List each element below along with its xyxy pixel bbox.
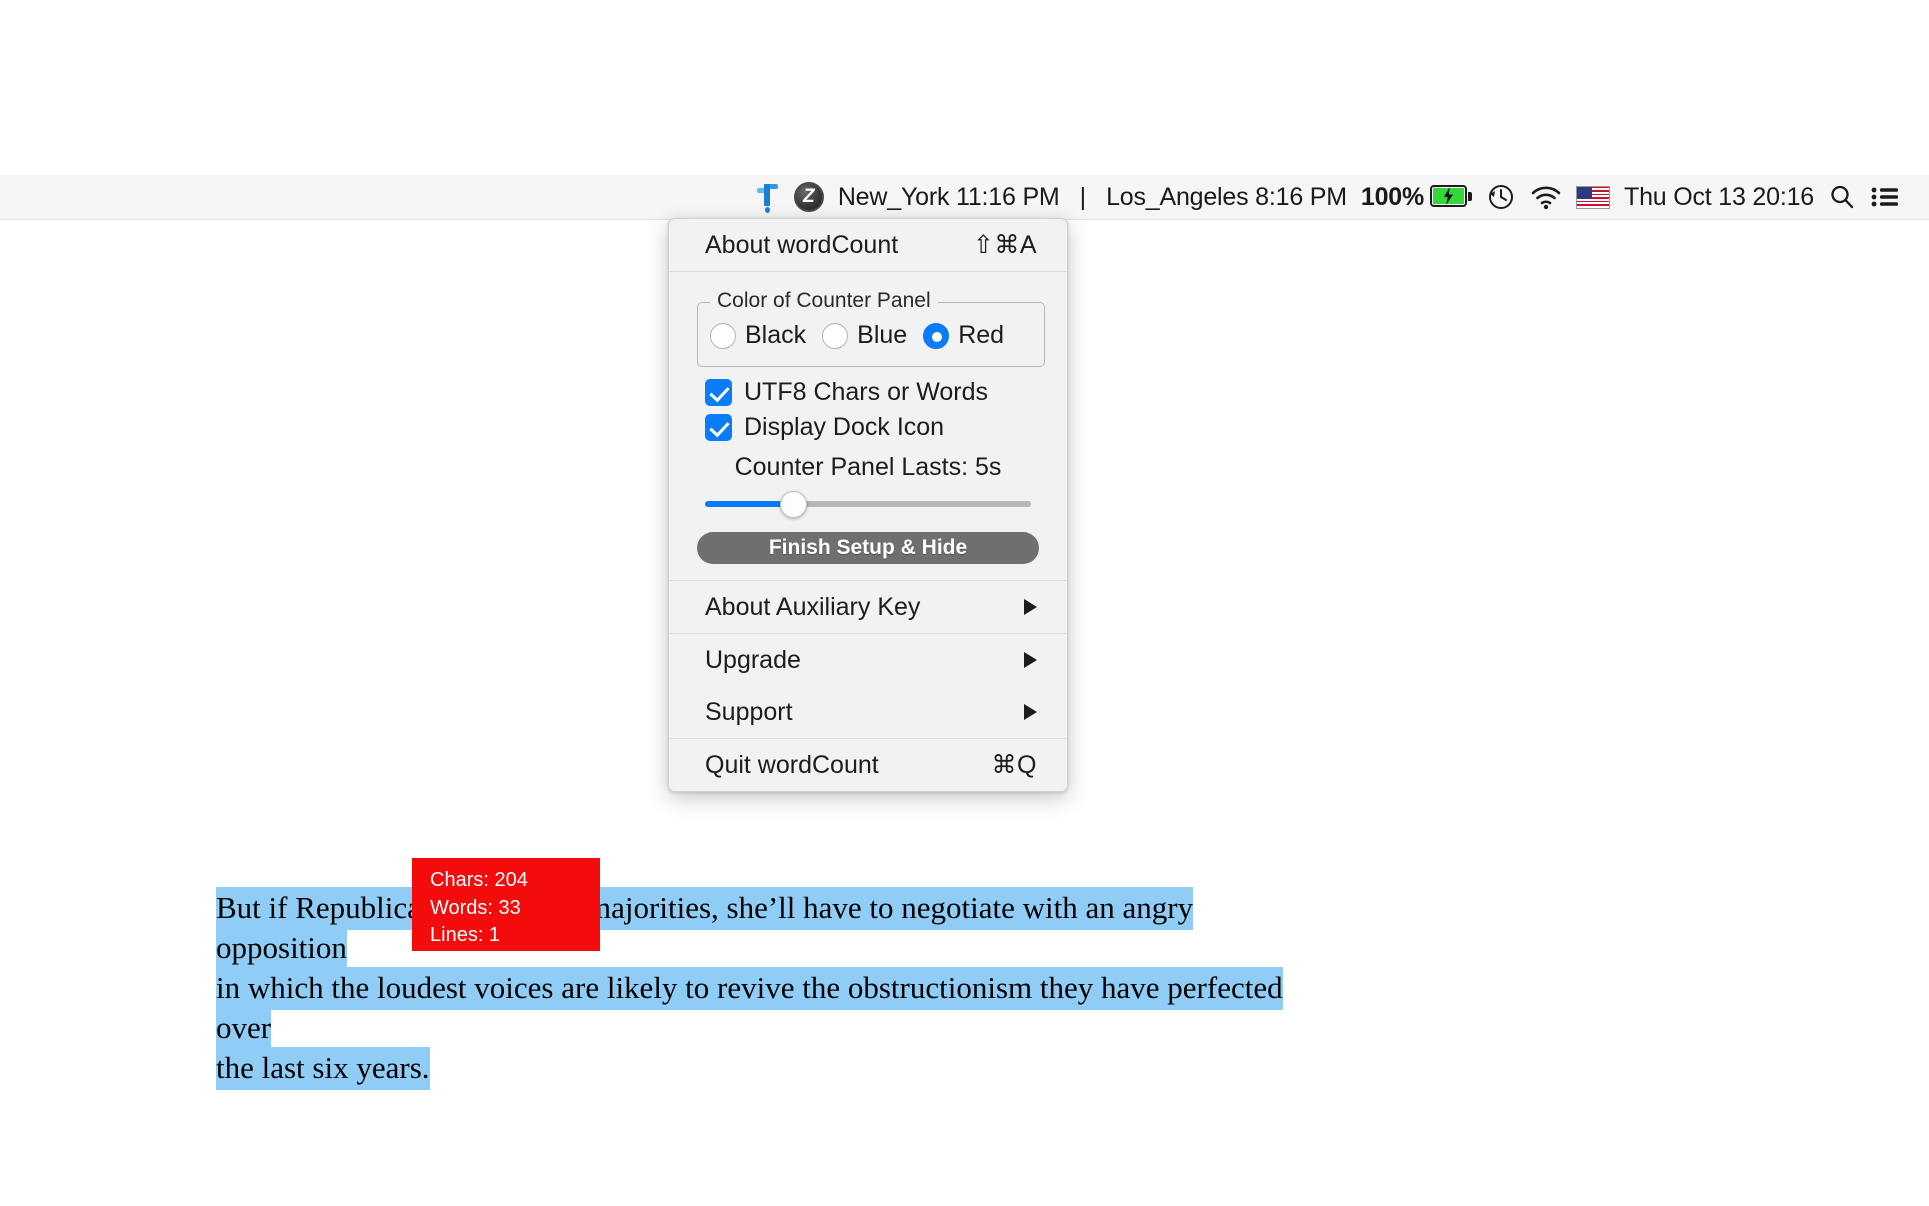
- counter-words: Words: 33: [430, 896, 521, 919]
- radio-option-blue[interactable]: Blue: [822, 321, 913, 350]
- menubar-battery[interactable]: 100%: [1354, 175, 1479, 220]
- battery-charging-icon: [1430, 185, 1473, 209]
- checkbox-utf8-icon: [705, 379, 732, 406]
- checkbox-row-utf8[interactable]: UTF8 Chars or Words: [669, 375, 1067, 410]
- counter-panel-duration-slider[interactable]: [669, 486, 1067, 520]
- menu-item-about-label: About wordCount: [705, 230, 899, 259]
- control-center-icon: [1871, 187, 1898, 207]
- clock-new-york-label: New_York 11:16 PM: [837, 182, 1060, 211]
- screen: Z New_York 11:16 PM | Los_Angeles 8:16 P…: [0, 0, 1929, 1206]
- counter-chars: Chars: 204: [430, 869, 528, 891]
- z-disc-icon: Z: [793, 182, 824, 212]
- word-count-counter-panel: Chars: 204 Words: 33 Lines: 1: [412, 858, 600, 951]
- article-line-2: in which the loudest voices are likely t…: [216, 967, 1301, 1050]
- finish-setup-and-hide-button[interactable]: Finish Setup & Hide: [697, 532, 1039, 564]
- menu-item-upgrade[interactable]: Upgrade: [669, 634, 1067, 686]
- triangle-right-icon: [1024, 704, 1037, 720]
- battery-percent-label: 100%: [1360, 182, 1425, 211]
- menu-item-upgrade-label: Upgrade: [705, 645, 801, 674]
- counter-panel-lasts-value: 5s: [975, 453, 1002, 481]
- article-line-3: the last six years.: [216, 1047, 1301, 1090]
- menubar-clock-new-york[interactable]: New_York 11:16 PM: [831, 175, 1067, 220]
- datetime-label: Thu Oct 13 20:16: [1624, 182, 1814, 211]
- menubar-app-faucet[interactable]: [747, 175, 787, 220]
- selected-article-text: But if Republicans keep their majorities…: [216, 887, 1301, 1090]
- menu-item-support[interactable]: Support: [669, 686, 1067, 738]
- color-of-counter-panel-group: Color of Counter Panel Black Blue Red: [697, 289, 1045, 367]
- checkbox-row-dock-icon[interactable]: Display Dock Icon: [669, 410, 1067, 445]
- article-line-1-text: But if Republicans keep their majorities…: [216, 887, 1194, 970]
- radio-black-label: Black: [745, 321, 807, 349]
- menubar-datetime[interactable]: Thu Oct 13 20:16: [1617, 175, 1821, 220]
- faucet-icon: [754, 182, 780, 213]
- menubar-spotlight[interactable]: [1821, 175, 1863, 220]
- counter-lines: Lines: 1: [430, 924, 501, 947]
- checkbox-dock-icon-label: Display Dock Icon: [744, 413, 945, 441]
- menubar-clock-los-angeles[interactable]: Los_Angeles 8:16 PM: [1099, 175, 1354, 220]
- menu-settings-area: Color of Counter Panel Black Blue Red UT…: [669, 272, 1067, 580]
- menu-item-auxiliary-key-label: About Auxiliary Key: [705, 592, 921, 621]
- checkbox-utf8-label: UTF8 Chars or Words: [744, 378, 989, 406]
- wifi-icon: [1531, 186, 1561, 210]
- counter-panel-lasts-row: Counter Panel Lasts: 5s: [669, 445, 1067, 486]
- article-line-3-text: the last six years.: [216, 1047, 430, 1090]
- radio-red-label: Red: [958, 321, 1005, 349]
- checkbox-dock-icon-icon: [705, 414, 732, 441]
- menubar-clock-separator: |: [1067, 175, 1100, 220]
- clock-separator-label: |: [1079, 182, 1087, 211]
- us-flag-icon: [1576, 185, 1611, 209]
- radio-black-icon: [710, 322, 736, 349]
- menubar-input-source[interactable]: [1569, 175, 1617, 220]
- menu-item-about-auxiliary-key[interactable]: About Auxiliary Key: [669, 581, 1067, 633]
- color-group-title: Color of Counter Panel: [710, 289, 938, 313]
- triangle-right-icon: [1024, 652, 1037, 668]
- radio-option-black[interactable]: Black: [710, 321, 812, 350]
- menu-item-quit-shortcut: ⌘Q: [991, 751, 1037, 779]
- search-icon: [1831, 185, 1854, 209]
- radio-blue-icon: [822, 322, 849, 349]
- menubar-time-machine[interactable]: [1479, 175, 1523, 220]
- menu-item-quit-wordcount[interactable]: Quit wordCount ⌘Q: [669, 739, 1067, 791]
- counter-panel-lasts-label: Counter Panel Lasts:: [734, 453, 969, 481]
- radio-blue-label: Blue: [857, 321, 908, 349]
- menu-item-about-wordcount[interactable]: About wordCount ⇧⌘A: [669, 219, 1067, 271]
- radio-option-red[interactable]: Red: [923, 321, 1010, 350]
- clock-history-icon: [1489, 185, 1514, 209]
- radio-red-icon-selected: [923, 322, 950, 349]
- article-line-1: But if Republicans keep their majorities…: [216, 887, 1301, 970]
- triangle-right-icon: [1024, 599, 1037, 615]
- article-line-2-text: in which the loudest voices are likely t…: [216, 967, 1283, 1050]
- menu-item-about-shortcut: ⇧⌘A: [972, 231, 1037, 259]
- macos-menu-bar: Z New_York 11:16 PM | Los_Angeles 8:16 P…: [0, 175, 1929, 220]
- slider-thumb[interactable]: [780, 491, 808, 518]
- menubar-wifi[interactable]: [1523, 175, 1569, 220]
- menu-item-support-label: Support: [705, 697, 793, 726]
- menu-item-quit-label: Quit wordCount: [705, 750, 879, 779]
- clock-los-angeles-label: Los_Angeles 8:16 PM: [1106, 182, 1347, 211]
- menubar-control-center[interactable]: [1863, 175, 1907, 220]
- wordcount-status-menu: About wordCount ⇧⌘A Color of Counter Pan…: [668, 218, 1068, 792]
- menubar-z-app[interactable]: Z: [787, 175, 831, 220]
